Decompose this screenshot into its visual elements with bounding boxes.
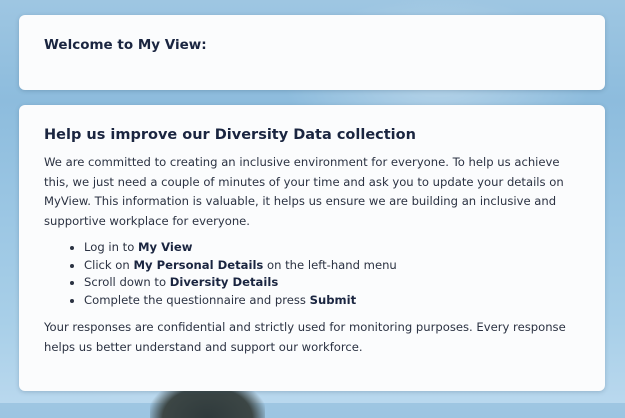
- step-keyword: Submit: [309, 292, 357, 307]
- step-item-login: Log in to My View: [84, 239, 580, 257]
- step-text: Complete the questionnaire and press: [84, 292, 310, 307]
- welcome-title: Welcome to My View:: [44, 37, 207, 53]
- steps-list: Log in to My View Click on My Personal D…: [44, 239, 580, 309]
- welcome-card: Welcome to My View:: [19, 15, 605, 90]
- step-text: on the left-hand menu: [263, 257, 397, 272]
- step-item-personal-details: Click on My Personal Details on the left…: [84, 257, 580, 275]
- step-text: Scroll down to: [84, 275, 170, 289]
- step-item-diversity-details: Scroll down to Diversity Details: [84, 274, 580, 292]
- step-item-submit: Complete the questionnaire and press Sub…: [84, 292, 580, 310]
- step-text: Click on: [84, 257, 134, 272]
- diversity-title: Help us improve our Diversity Data colle…: [44, 127, 416, 143]
- step-text: Log in to: [84, 240, 138, 254]
- step-keyword: My View: [137, 240, 193, 254]
- step-keyword: My Personal Details: [133, 257, 264, 272]
- diversity-card: Help us improve our Diversity Data colle…: [19, 105, 605, 391]
- diversity-intro: We are committed to creating an inclusiv…: [44, 155, 564, 228]
- step-keyword: Diversity Details: [169, 275, 279, 289]
- diversity-outro: Your responses are confidential and stri…: [44, 320, 566, 354]
